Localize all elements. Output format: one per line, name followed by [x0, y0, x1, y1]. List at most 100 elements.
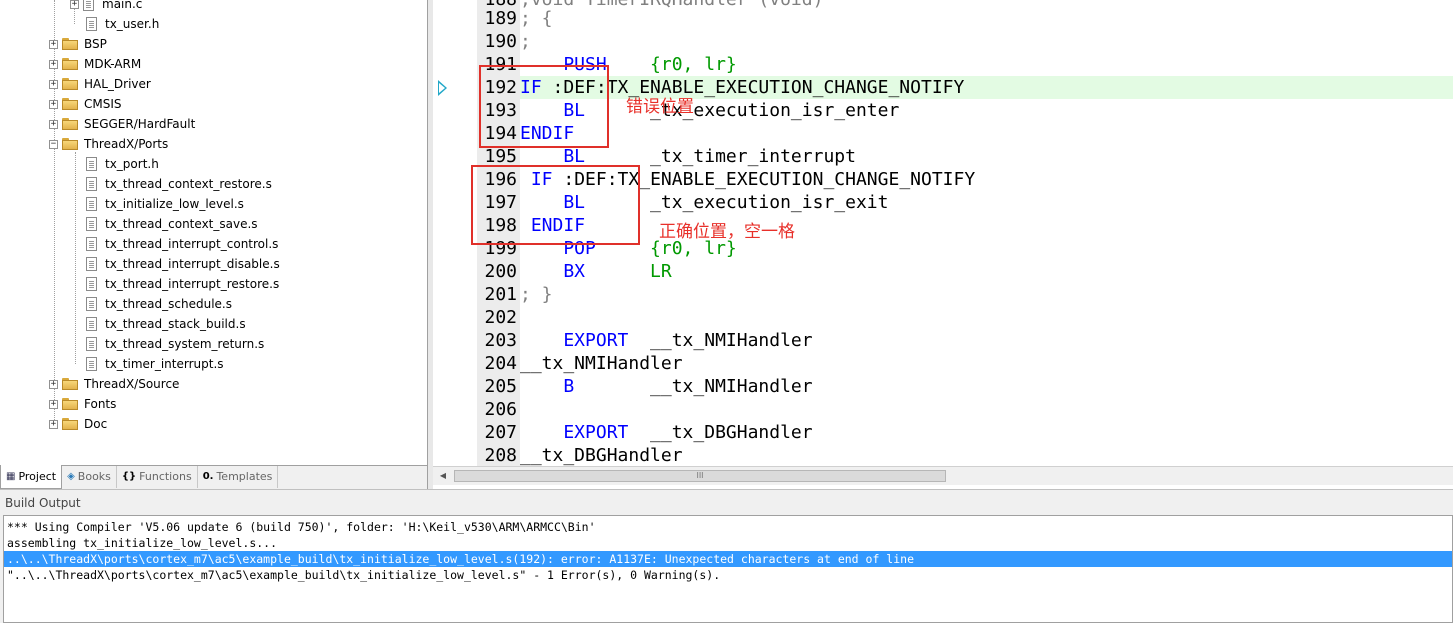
- line-number: 200: [484, 261, 517, 282]
- code-line: IF :DEF:TX_ENABLE_EXECUTION_CHANGE_NOTIF…: [530, 169, 976, 190]
- file-icon: [86, 317, 97, 331]
- line-number: 189: [484, 8, 517, 29]
- tree-item-tx-thread-interrupt-restore[interactable]: tx_thread_interrupt_restore.s: [86, 274, 279, 294]
- tree-item-tx-thread-schedule[interactable]: tx_thread_schedule.s: [86, 294, 232, 314]
- tree-item-tx-thread-interrupt-control[interactable]: tx_thread_interrupt_control.s: [86, 234, 278, 254]
- scroll-track[interactable]: III: [454, 470, 1446, 482]
- tree-item-label: MDK-ARM: [84, 57, 142, 71]
- code-operand: {r0, lr}: [650, 54, 737, 75]
- tree-item-main-c[interactable]: + main.c: [70, 0, 142, 14]
- tab-project[interactable]: ▦ Project: [0, 465, 63, 489]
- correct-position-box: [471, 165, 640, 245]
- file-icon: [86, 197, 97, 211]
- tree-item-label: ThreadX/Ports: [84, 137, 169, 151]
- tree-item-label: Doc: [84, 417, 108, 431]
- code-line: BX LR: [520, 260, 1453, 283]
- line-number: 208: [484, 445, 517, 466]
- expand-icon[interactable]: +: [49, 59, 58, 69]
- tree-item-tx-user-h[interactable]: tx_user.h: [86, 14, 159, 34]
- file-icon: [86, 237, 97, 251]
- tab-functions[interactable]: {} Functions: [117, 466, 198, 488]
- tree-item-label: main.c: [102, 0, 143, 11]
- code-instruction: BL: [520, 146, 651, 167]
- tree-item-tx-timer-interrupt[interactable]: tx_timer_interrupt.s: [86, 354, 224, 374]
- line-number: 205: [484, 376, 517, 397]
- code-line: BL _tx_timer_interrupt: [520, 146, 856, 167]
- tree-item-tx-thread-stack-build[interactable]: tx_thread_stack_build.s: [86, 314, 246, 334]
- scroll-thumb[interactable]: III: [454, 470, 946, 482]
- open-folder-icon: [62, 138, 78, 150]
- folder-icon: [62, 98, 78, 110]
- tree-item-tx-port-h[interactable]: tx_port.h: [86, 154, 159, 174]
- expand-icon[interactable]: +: [49, 379, 58, 389]
- tab-label: Books: [77, 470, 111, 483]
- code-line: ; {: [520, 8, 553, 29]
- expand-icon[interactable]: +: [49, 399, 58, 409]
- expand-icon[interactable]: +: [49, 79, 58, 89]
- tab-templates[interactable]: 0. Templates: [198, 466, 279, 488]
- tree-folder-threadx-source[interactable]: + ThreadX/Source: [49, 374, 179, 394]
- tree-folder-bsp[interactable]: + BSP: [49, 34, 107, 54]
- tree-item-label: tx_thread_system_return.s: [105, 337, 265, 351]
- tree-item-label: tx_initialize_low_level.s: [105, 197, 244, 211]
- build-output-line[interactable]: assembling tx_initialize_low_level.s...: [7, 535, 277, 551]
- tree-folder-fonts[interactable]: + Fonts: [49, 394, 116, 414]
- tree-item-label: tx_thread_context_restore.s: [105, 177, 272, 191]
- tree-item-label: tx_timer_interrupt.s: [105, 357, 224, 371]
- build-output-error-line[interactable]: ..\..\ThreadX\ports\cortex_m7\ac5\exampl…: [4, 551, 1452, 567]
- file-icon: [86, 357, 97, 371]
- expand-icon[interactable]: +: [49, 99, 58, 109]
- project-icon: ▦: [6, 470, 16, 482]
- current-line-arrow-icon: [438, 80, 447, 96]
- books-icon: ◈: [67, 471, 75, 482]
- build-output-line[interactable]: *** Using Compiler 'V5.06 update 6 (buil…: [7, 519, 596, 535]
- tree-item-tx-thread-system-return[interactable]: tx_thread_system_return.s: [86, 334, 264, 354]
- file-icon: [86, 277, 97, 291]
- tree-folder-segger-hardfault[interactable]: + SEGGER/HardFault: [49, 114, 195, 134]
- tree-item-tx-thread-interrupt-disable[interactable]: tx_thread_interrupt_disable.s: [86, 254, 280, 274]
- file-icon: [86, 297, 97, 311]
- expand-icon[interactable]: +: [70, 0, 79, 9]
- file-icon: [86, 257, 97, 271]
- folder-icon: [62, 118, 78, 130]
- tree-item-label: HAL_Driver: [84, 77, 151, 91]
- folder-icon: [62, 378, 78, 390]
- tree-item-tx-initialize-low-level[interactable]: tx_initialize_low_level.s: [86, 194, 244, 214]
- horizontal-scrollbar[interactable]: ◀ III: [433, 466, 1453, 485]
- code-line: ;: [520, 31, 531, 52]
- build-output-line[interactable]: "..\..\ThreadX\ports\cortex_m7\ac5\examp…: [7, 567, 720, 583]
- code-line: __tx_NMIHandler: [520, 353, 683, 374]
- wrong-position-box: [479, 65, 609, 148]
- panel-tab-bar: ▦ Project ◈ Books {} Functions 0. Templa…: [0, 465, 427, 489]
- tree-item-label: tx_port.h: [105, 157, 159, 171]
- code-editor[interactable]: 188 189 190 191 192 193 194 195 196 197 …: [433, 0, 1453, 489]
- tree-folder-cmsis[interactable]: + CMSIS: [49, 94, 122, 114]
- scroll-left-icon[interactable]: ◀: [437, 470, 449, 482]
- tree-item-label: CMSIS: [84, 97, 122, 111]
- expand-icon[interactable]: +: [49, 39, 58, 49]
- folder-icon: [62, 398, 78, 410]
- tree-folder-doc[interactable]: + Doc: [49, 414, 107, 434]
- build-output-panel[interactable]: *** Using Compiler 'V5.06 update 6 (buil…: [3, 515, 1453, 623]
- build-output-title: Build Output: [5, 496, 81, 510]
- folder-icon: [62, 58, 78, 70]
- file-icon: [86, 157, 97, 171]
- tree-item-label: tx_thread_interrupt_disable.s: [105, 257, 280, 271]
- tree-item-tx-thread-context-save[interactable]: tx_thread_context_save.s: [86, 214, 258, 234]
- expand-icon[interactable]: +: [49, 119, 58, 129]
- tree-item-label: BSP: [84, 37, 107, 51]
- tab-label: Templates: [216, 470, 273, 483]
- collapse-icon[interactable]: −: [49, 139, 58, 149]
- tab-books[interactable]: ◈ Books: [62, 466, 117, 488]
- tree-folder-threadx-ports[interactable]: − ThreadX/Ports: [49, 134, 168, 154]
- tree-item-label: tx_user.h: [105, 17, 160, 31]
- code-line: ; }: [520, 284, 553, 305]
- tree-folder-hal-driver[interactable]: + HAL_Driver: [49, 74, 151, 94]
- folder-icon: [62, 418, 78, 430]
- file-icon: [86, 217, 97, 231]
- tree-folder-mdk-arm[interactable]: + MDK-ARM: [49, 54, 141, 74]
- expand-icon[interactable]: +: [49, 419, 58, 429]
- tree-connector: [75, 152, 77, 364]
- tree-item-tx-thread-context-restore[interactable]: tx_thread_context_restore.s: [86, 174, 272, 194]
